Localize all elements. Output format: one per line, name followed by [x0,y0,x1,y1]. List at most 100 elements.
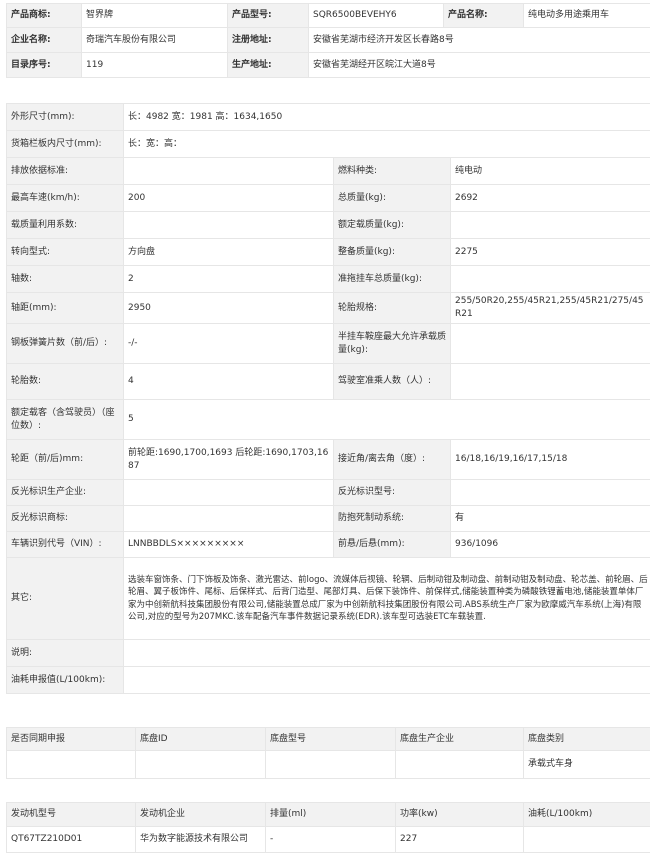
track-value: 前轮距:1690,1700,1693 后轮距:1690,1703,1687 [123,439,334,480]
engine-data-row: QT67TZ210D01 华为数字能源技术有限公司 - 227 [6,826,650,853]
chassis-data-row: 承载式车身 [6,750,650,779]
saddle-load-label: 半挂车鞍座最大允许承载质量(kg): [333,323,451,364]
wheelbase-label: 轴距(mm): [6,292,124,324]
load-util-value [123,211,334,239]
fuel-type-value: 纯电动 [449,157,650,185]
engine-cell: - [265,826,396,853]
curb-mass-value: 2275 [449,238,650,266]
engine-header-cell: 发动机企业 [135,802,266,827]
rated-load-value [449,211,650,239]
catalog-label: 目录序号: [6,52,82,78]
cargo-value: 长：宽：高： [122,130,650,158]
product-name-value: 纯电动多用途乘用车 [523,3,650,28]
fuel-decl-value [122,666,650,694]
spec-row: 轮胎数: 4 驾驶室准乘人数（人）: [6,363,650,400]
product-name-label: 产品名称: [443,3,524,28]
spec-row: 额定载客（含驾驶员）（座位数）: 5 [6,399,650,440]
reflect-company-value [123,479,334,506]
product-info-row: 企业名称: 奇瑞汽车股份有限公司 注册地址: 安徽省芜湖市经济开发区长春路8号 [6,27,650,53]
tire-count-value: 4 [123,363,334,400]
chassis-cell [395,750,524,779]
chassis-header-cell: 底盘类别 [523,727,650,751]
note-label: 说明: [6,639,124,667]
prod-address-value: 安徽省芜湖经开区皖江大道8号 [308,52,650,78]
reflect-company-label: 反光标识生产企业: [6,479,124,506]
overhang-value: 936/1096 [449,531,650,558]
vin-value: LNNBBDLS××××××××× [123,531,334,558]
dimensions-label: 外形尺寸(mm): [6,103,124,131]
chassis-cell [6,750,136,779]
trademark-value: 智界牌 [81,3,228,28]
leaf-spring-label: 钢板弹簧片数（前/后）: [6,323,124,364]
emission-value [123,157,334,185]
spec-row: 反光标识生产企业: 反光标识型号: [6,479,650,506]
engine-cell: QT67TZ210D01 [6,826,136,853]
product-info-row: 产品商标: 智界牌 产品型号: SQR6500BEVEHY6 产品名称: 纯电动… [6,3,650,28]
engine-cell [523,826,650,853]
abs-value: 有 [449,505,650,532]
cargo-label: 货箱栏板内尺寸(mm): [6,130,124,158]
spec-row: 轴距(mm): 2950 轮胎规格: 255/50R20,255/45R21,2… [6,292,650,324]
tire-spec-value: 255/50R20,255/45R21,255/45R21/275/45R21 [449,292,650,324]
fuel-type-label: 燃料种类: [333,157,451,185]
axles-value: 2 [123,265,334,293]
company-label: 企业名称: [6,27,82,53]
spec-row: 最高车速(km/h): 200 总质量(kg): 2692 [6,184,650,212]
spec-row: 油耗申报值(L/100km): [6,666,650,694]
chassis-table: 是否同期申报 底盘ID 底盘型号 底盘生产企业 底盘类别 承载式车身 [6,727,650,779]
engine-header-cell: 排量(ml) [265,802,396,827]
spec-row: 反光标识商标: 防抱死制动系统: 有 [6,505,650,532]
saddle-load-value [449,323,650,364]
reg-address-value: 安徽省芜湖市经济开发区长春路8号 [308,27,650,53]
engine-header-cell: 油耗(L/100km) [523,802,650,827]
spec-row: 其它: 选装车窗饰条、门下饰板及饰条、激光雷达、前logo、流媒体后视镜、轮辋、… [6,557,650,640]
specs-table: 外形尺寸(mm): 长：4982 宽：1981 高：1634,1650 货箱栏板… [6,103,650,694]
leaf-spring-value: -/- [123,323,334,364]
approach-angle-label: 接近角/离去角（度）: [333,439,451,480]
approach-angle-value: 16/18,16/19,16/17,15/18 [449,439,650,480]
chassis-header-row: 是否同期申报 底盘ID 底盘型号 底盘生产企业 底盘类别 [6,727,650,751]
rated-passengers-label: 额定载客（含驾驶员）（座位数）: [6,399,124,440]
max-speed-label: 最高车速(km/h): [6,184,124,212]
reflect-model-label: 反光标识型号: [333,479,451,506]
model-value: SQR6500BEVEHY6 [308,3,444,28]
overhang-label: 前悬/后悬(mm): [333,531,451,558]
track-label: 轮距（前/后)mm: [6,439,124,480]
rated-passengers-value: 5 [122,399,650,440]
cab-passengers-label: 驾驶室准乘人数（人）: [333,363,451,400]
product-info-table: 产品商标: 智界牌 产品型号: SQR6500BEVEHY6 产品名称: 纯电动… [6,3,650,78]
cab-passengers-value [449,363,650,400]
chassis-header-cell: 底盘ID [135,727,266,751]
spec-row: 轮距（前/后)mm: 前轮距:1690,1700,1693 后轮距:1690,1… [6,439,650,480]
reg-address-label: 注册地址: [227,27,309,53]
spec-row: 外形尺寸(mm): 长：4982 宽：1981 高：1634,1650 [6,103,650,131]
engine-header-row: 发动机型号 发动机企业 排量(ml) 功率(kw) 油耗(L/100km) [6,802,650,827]
spec-row: 载质量利用系数: 额定载质量(kg): [6,211,650,239]
curb-mass-label: 整备质量(kg): [333,238,451,266]
model-label: 产品型号: [227,3,309,28]
catalog-value: 119 [81,52,228,78]
dimensions-value: 长：4982 宽：1981 高：1634,1650 [122,103,650,131]
reflect-brand-value [123,505,334,532]
rated-load-label: 额定载质量(kg): [333,211,451,239]
engine-cell: 华为数字能源技术有限公司 [135,826,266,853]
chassis-header-cell: 是否同期申报 [6,727,136,751]
chassis-cell: 承载式车身 [523,750,650,779]
max-speed-value: 200 [123,184,334,212]
steering-label: 转向型式: [6,238,124,266]
spec-row: 货箱栏板内尺寸(mm): 长：宽：高： [6,130,650,158]
other-value: 选装车窗饰条、门下饰板及饰条、激光雷达、前logo、流媒体后视镜、轮辋、后制动钳… [122,557,650,640]
abs-label: 防抱死制动系统: [333,505,451,532]
trailer-mass-label: 准拖挂车总质量(kg): [333,265,451,293]
reflect-brand-label: 反光标识商标: [6,505,124,532]
trailer-mass-value [449,265,650,293]
wheelbase-value: 2950 [123,292,334,324]
product-info-row: 目录序号: 119 生产地址: 安徽省芜湖经开区皖江大道8号 [6,52,650,78]
load-util-label: 载质量利用系数: [6,211,124,239]
total-mass-label: 总质量(kg): [333,184,451,212]
other-label: 其它: [6,557,124,640]
steering-value: 方向盘 [123,238,334,266]
engine-cell: 227 [395,826,524,853]
chassis-cell [135,750,266,779]
note-value [122,639,650,667]
